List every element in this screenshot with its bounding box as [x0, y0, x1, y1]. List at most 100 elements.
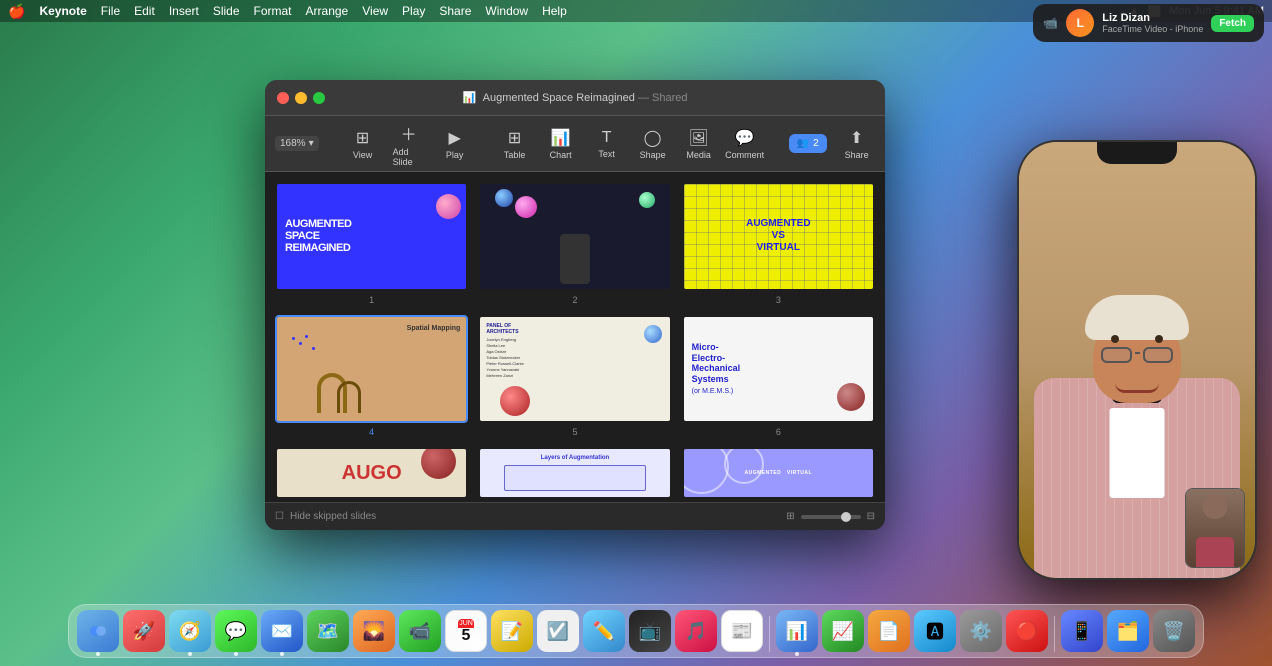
toolbar-view[interactable]: ⊞ View [347, 128, 379, 160]
decorative-sphere [495, 189, 513, 207]
list-item[interactable]: AUGO [275, 447, 468, 499]
menu-play[interactable]: Play [402, 4, 425, 18]
grid-icon[interactable]: ⊞ [786, 511, 794, 522]
list-item[interactable]: AUGMENTEDSPACEREIMAGINED 1 [275, 182, 468, 305]
minimize-button[interactable] [295, 92, 307, 104]
dock-icon-files[interactable]: 🗂️ [1107, 610, 1149, 652]
dock-icon-reminders[interactable]: ☑️ [537, 610, 579, 652]
add-slide-label: Add Slide [393, 147, 425, 167]
collaboration-button[interactable]: 👥 2 [789, 134, 827, 153]
dock-icon-music[interactable]: 🎵 [675, 610, 717, 652]
toolbar-table[interactable]: ⊞ Table [499, 128, 531, 160]
slide-thumbnail[interactable]: Micro-Electro-MechanicalSystems(or M.E.M… [682, 315, 875, 424]
slide-number: 6 [776, 427, 781, 437]
slide-thumbnail[interactable]: Spatial Mapping [275, 315, 468, 424]
hide-skipped-label[interactable]: Hide skipped slides [290, 511, 376, 522]
toolbar-share[interactable]: ⬆ Share [841, 128, 873, 160]
list-item[interactable]: PANEL OFARCHITECTS Jocelyn Engberg Sheil… [478, 315, 671, 438]
expand-icon[interactable]: ⊟ [867, 511, 875, 522]
slide-thumbnail[interactable]: AUGMENTED VIRTUAL [682, 447, 875, 499]
dock-icon-photos[interactable]: 🌄 [353, 610, 395, 652]
dock-icon-iphone-mirroring[interactable]: 📱 [1061, 610, 1103, 652]
dock-icon-numbers[interactable]: 📈 [822, 610, 864, 652]
menu-help[interactable]: Help [542, 4, 567, 18]
dock-icon-finder[interactable] [77, 610, 119, 652]
dock: 🚀 🧭 💬 ✉️ 🗺️ 🌄 📹 JUN 5 📝 ☑️ ✏️ 📺 🎵 📰 [68, 604, 1204, 658]
menu-format[interactable]: Format [254, 4, 292, 18]
slide-thumbnail[interactable]: Layers of Augmentation [478, 447, 671, 499]
menu-file[interactable]: File [101, 4, 120, 18]
dock-icon-maps[interactable]: 🗺️ [307, 610, 349, 652]
collab-icon: 👥 [797, 138, 809, 149]
zoom-control[interactable]: 168% ▾ [275, 136, 319, 151]
photos-icon: 🌄 [363, 621, 385, 642]
list-item[interactable]: AUGMENTED VIRTUAL [682, 447, 875, 499]
badges-icon: 🔴 [1016, 621, 1038, 642]
facetime-subtitle: FaceTime Video - iPhone [1102, 24, 1203, 34]
menu-arrange[interactable]: Arrange [306, 4, 349, 18]
glass-left [1101, 347, 1132, 363]
slide-thumbnail[interactable]: PANEL OFARCHITECTS Jocelyn Engberg Sheil… [478, 315, 671, 424]
close-button[interactable] [277, 92, 289, 104]
facetime-dock-icon: 📹 [409, 621, 431, 642]
menu-view[interactable]: View [362, 4, 388, 18]
dock-icon-pages[interactable]: 📄 [868, 610, 910, 652]
dock-icon-appstore[interactable]: 🅰 [914, 610, 956, 652]
list-item[interactable]: Layers of Augmentation [478, 447, 671, 499]
toolbar-add-slide[interactable]: ＋ Add Slide [393, 121, 425, 167]
toolbar-chart[interactable]: 📊 Chart [545, 128, 577, 160]
toolbar-shape[interactable]: ◯ Shape [637, 128, 669, 160]
slide-thumbnail[interactable]: AUGMENTEDSPACEREIMAGINED [275, 182, 468, 291]
head [1093, 313, 1181, 403]
fullscreen-button[interactable] [313, 92, 325, 104]
checkbox-icon[interactable]: ☐ [275, 511, 284, 522]
dock-icon-messages[interactable]: 💬 [215, 610, 257, 652]
toolbar-play[interactable]: ▶ Play [439, 128, 471, 160]
slide-thumbnail[interactable]: AUGO [275, 447, 468, 499]
list-item[interactable]: Spatial Mapping 4 [275, 315, 468, 438]
zoom-thumb[interactable] [841, 512, 851, 522]
dock-icon-freeform[interactable]: ✏️ [583, 610, 625, 652]
decorative-sphere [421, 447, 456, 479]
slide-thumbnail[interactable]: AugmentedVSVirtual [682, 182, 875, 291]
dock-icon-facetime[interactable]: 📹 [399, 610, 441, 652]
toolbar-media[interactable]: 🖼 Media [683, 128, 715, 160]
dock-icon-appletv[interactable]: 📺 [629, 610, 671, 652]
appletv-icon: 📺 [639, 621, 661, 642]
dock-icon-launchpad[interactable]: 🚀 [123, 610, 165, 652]
apple-menu-icon[interactable]: 🍎 [8, 3, 25, 20]
slide-number: 4 [369, 427, 374, 437]
zoom-slider[interactable] [801, 515, 861, 519]
dock-icon-settings[interactable]: ⚙️ [960, 610, 1002, 652]
slide-area[interactable]: AUGMENTEDSPACEREIMAGINED 1 2 [265, 172, 885, 502]
list-item[interactable]: Micro-Electro-MechanicalSystems(or M.E.M… [682, 315, 875, 438]
statusbar: ☐ Hide skipped slides ⊞ ⊟ [265, 502, 885, 530]
slide-number: 3 [776, 295, 781, 305]
dock-icon-trash[interactable]: 🗑️ [1153, 610, 1195, 652]
dock-icon-safari[interactable]: 🧭 [169, 610, 211, 652]
slide-thumbnail[interactable] [478, 182, 671, 291]
dock-icon-notes[interactable]: 📝 [491, 610, 533, 652]
menu-edit[interactable]: Edit [134, 4, 155, 18]
menu-share[interactable]: Share [439, 4, 471, 18]
dock-icon-keynote[interactable]: 📊 [776, 610, 818, 652]
toolbar-comment[interactable]: 💬 Comment [729, 128, 761, 160]
slide-number: 2 [572, 295, 577, 305]
dock-icon-news[interactable]: 📰 [721, 610, 763, 652]
dock-icon-badges[interactable]: 🔴 [1006, 610, 1048, 652]
list-item[interactable]: 2 [478, 182, 671, 305]
list-item[interactable]: AugmentedVSVirtual 3 [682, 182, 875, 305]
menu-slide[interactable]: Slide [213, 4, 240, 18]
app-name[interactable]: Keynote [39, 4, 86, 18]
news-icon: 📰 [731, 621, 753, 642]
keynote-dock-icon: 📊 [786, 621, 808, 642]
toolbar-text[interactable]: T Text [591, 129, 623, 159]
dock-icon-mail[interactable]: ✉️ [261, 610, 303, 652]
menu-insert[interactable]: Insert [169, 4, 199, 18]
facetime-fetch-button[interactable]: Fetch [1211, 15, 1254, 32]
share-label: Share [845, 150, 869, 160]
menu-window[interactable]: Window [485, 4, 528, 18]
decorative-sphere [639, 192, 655, 208]
dock-icon-calendar[interactable]: JUN 5 [445, 610, 487, 652]
launchpad-icon: 🚀 [133, 621, 155, 642]
